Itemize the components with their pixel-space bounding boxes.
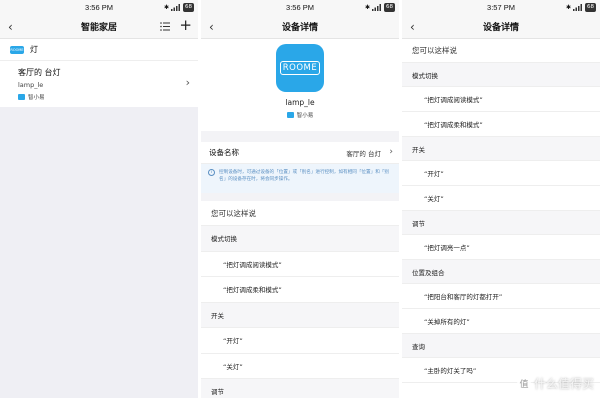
device-name-row[interactable]: 设备名称 客厅的 台灯 › <box>201 142 399 164</box>
status-time: 3:57 PM <box>487 3 515 12</box>
device-source-label: 智小易 <box>296 113 314 119</box>
category-label: 模式切换 <box>201 226 399 252</box>
section-title: 您可以这样说 <box>201 201 399 226</box>
nav-bar: ‹ 设备详情 <box>402 15 600 39</box>
utterance-item[interactable]: “把灯调成柔和模式” <box>402 112 600 137</box>
category-label: 模式切换 <box>402 63 600 87</box>
roome-logo: ROOME <box>276 44 324 92</box>
back-icon[interactable]: ‹ <box>410 20 415 34</box>
back-icon[interactable]: ‹ <box>209 20 214 34</box>
status-time: 3:56 PM <box>85 3 113 12</box>
nav-bar: ‹ 设备详情 <box>201 15 399 39</box>
room-header: ROOME 灯 <box>0 39 198 61</box>
utterance-item[interactable]: “把灯调成阅读模式” <box>201 251 399 277</box>
page-title: 设备详情 <box>281 23 318 33</box>
status-bar: 3:56 PM ✱ 68 <box>201 0 399 15</box>
nav-bar: ‹ 智能家居 + <box>0 15 198 39</box>
device-id: lamp_le <box>285 98 315 107</box>
device-source-label: 智小易 <box>28 95 45 101</box>
device-name-value: 客厅的 台灯 <box>346 149 381 158</box>
category-label: 查询 <box>402 334 600 358</box>
status-bar: 3:57 PM ✱ 68 <box>402 0 600 15</box>
source-icon <box>286 112 294 118</box>
section-gap <box>201 193 399 201</box>
utterance-item[interactable]: “把灯调亮一点” <box>402 235 600 260</box>
info-icon: i <box>208 169 215 176</box>
section-gap <box>201 131 399 142</box>
battery-icon: 68 <box>585 3 596 12</box>
device-name: 客厅的 台灯 <box>18 68 61 77</box>
chevron-right-icon: › <box>185 76 190 89</box>
device-detail-screen: 3:56 PM ✱ 68 ‹ 设备详情 ROOME lamp_le 智小易 设备… <box>201 0 399 398</box>
category-label: 位置及组合 <box>402 260 600 284</box>
device-list: ROOME 灯 客厅的 台灯 lamp_le 智小易 › <box>0 39 198 398</box>
watermark-badge-icon: 值 <box>516 376 531 391</box>
page-title: 设备详情 <box>482 23 519 33</box>
section-title: 您可以这样说 <box>402 39 600 63</box>
bluetooth-icon: ✱ <box>364 4 370 11</box>
bluetooth-icon: ✱ <box>163 4 169 11</box>
device-source: 智小易 <box>286 111 314 119</box>
device-hero: ROOME lamp_le 智小易 <box>201 39 399 131</box>
room-name: 灯 <box>30 45 38 54</box>
status-icons: ✱ 68 <box>365 3 395 12</box>
source-icon <box>18 94 25 100</box>
device-name-label: 设备名称 <box>209 148 239 157</box>
bluetooth-icon: ✱ <box>565 4 571 11</box>
watermark: 值 什么值得买 <box>516 375 594 392</box>
back-icon[interactable]: ‹ <box>8 20 13 34</box>
signal-icon <box>573 4 582 11</box>
category-label: 开关 <box>201 302 399 328</box>
chevron-right-icon: › <box>389 147 393 157</box>
device-source: 智小易 <box>18 93 180 101</box>
battery-icon: 68 <box>183 3 194 12</box>
utterance-item[interactable]: “把灯调成柔和模式” <box>201 277 399 303</box>
page-title: 智能家居 <box>80 23 117 33</box>
roome-logo: ROOME <box>10 45 24 54</box>
utterance-list: 您可以这样说 模式切换 “把灯调成阅读模式” “把灯调成柔和模式” 开关 “开灯… <box>201 201 399 398</box>
status-time: 3:56 PM <box>286 3 314 12</box>
utterance-item[interactable]: “把阳台和客厅的灯都打开” <box>402 284 600 309</box>
status-bar: 3:56 PM ✱ 68 <box>0 0 198 15</box>
utterance-item[interactable]: “关掉所有的灯” <box>402 309 600 334</box>
status-icons: ✱ 68 <box>164 3 194 12</box>
info-notice: i 控制设备时，可通过设备的「位置」或「别名」进行控制，如有相同「位置」和「别名… <box>201 164 399 193</box>
utterance-item[interactable]: “开灯” <box>201 328 399 354</box>
category-label: 调节 <box>201 379 399 398</box>
utterance-item[interactable]: “关灯” <box>201 353 399 379</box>
utterance-item[interactable]: “把灯调成阅读模式” <box>402 87 600 112</box>
notice-text: 控制设备时，可通过设备的「位置」或「别名」进行控制，如有相同「位置」和「别名」的… <box>219 170 389 182</box>
roome-logo-text: ROOME <box>279 61 321 75</box>
screenshot-collage: 3:56 PM ✱ 68 ‹ 智能家居 + ROOME 灯 客厅的 台灯 lam… <box>0 0 600 398</box>
device-detail-screen-scrolled: 3:57 PM ✱ 68 ‹ 设备详情 您可以这样说 模式切换 “把灯调成阅读模… <box>402 0 600 398</box>
signal-icon <box>372 4 381 11</box>
status-icons: ✱ 68 <box>566 3 596 12</box>
add-icon[interactable]: + <box>179 16 192 34</box>
battery-icon: 68 <box>384 3 395 12</box>
category-label: 开关 <box>402 137 600 161</box>
smart-home-screen: 3:56 PM ✱ 68 ‹ 智能家居 + ROOME 灯 客厅的 台灯 lam… <box>0 0 198 398</box>
category-label: 调节 <box>402 211 600 235</box>
device-id: lamp_le <box>18 81 44 89</box>
signal-icon <box>171 4 180 11</box>
utterance-item[interactable]: “开灯” <box>402 161 600 186</box>
utterance-list: 您可以这样说 模式切换 “把灯调成阅读模式” “把灯调成柔和模式” 开关 “开灯… <box>402 39 600 383</box>
device-item[interactable]: 客厅的 台灯 lamp_le 智小易 › <box>0 61 198 107</box>
list-icon[interactable] <box>160 22 170 31</box>
watermark-text: 什么值得买 <box>533 377 594 391</box>
utterance-item[interactable]: “关灯” <box>402 186 600 211</box>
